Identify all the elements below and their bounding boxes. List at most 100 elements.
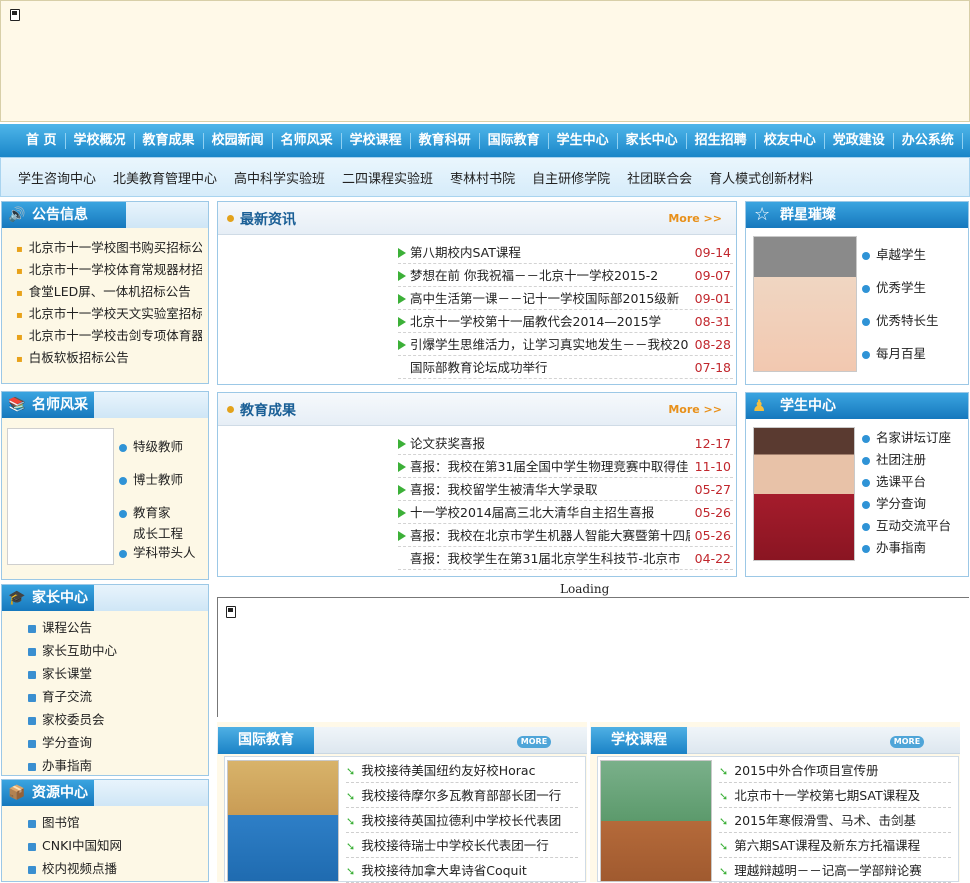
student-center-item[interactable]: 办事指南 (862, 537, 966, 559)
news-title[interactable]: 喜报：我校在第31届全国中学生物理竞赛中取得佳 (410, 455, 690, 477)
intl-tab[interactable]: 国际教育 (218, 727, 314, 754)
news-row[interactable]: 喜报：我校在第31届全国中学生物理竞赛中取得佳 11-10 (398, 455, 733, 478)
news-row[interactable]: 梦想在前 你我祝福－－北京十一学校2015-2 09-07 (398, 264, 733, 287)
news-row[interactable]: 喜报：我校在北京市学生机器人智能大赛暨第十四届 05-26 (398, 524, 733, 547)
subnav-item[interactable]: 北美教育管理中心 (113, 168, 217, 187)
results-more-link[interactable]: More >> (668, 403, 722, 416)
courses-item[interactable]: 2015中外合作项目宣传册 (719, 758, 951, 783)
nav-item[interactable]: 招生招聘 (687, 132, 756, 149)
notice-item-label[interactable]: 北京市十一学校图书购买招标公告 (29, 240, 202, 255)
student-center-item-label[interactable]: 办事指南 (876, 540, 926, 555)
news-row[interactable]: 引爆学生思维活力，让学习真实地发生－－我校20 08-28 (398, 333, 733, 356)
nav-item[interactable]: 学生中心 (549, 132, 618, 149)
notice-item-label[interactable]: 北京市十一学校体育常规器材招标 (29, 262, 202, 277)
student-center-item-label[interactable]: 学分查询 (876, 496, 926, 511)
news-title[interactable]: 国际部教育论坛成功举行 (410, 356, 690, 378)
intl-item-label[interactable]: 我校接待摩尔多瓦教育部部长团一行 (361, 788, 561, 803)
parents-item[interactable]: 家长互助中心 (28, 639, 206, 662)
courses-item[interactable]: 2015年寒假滑雪、马术、击剑基 (719, 808, 951, 833)
subnav-item[interactable]: 学生咨询中心 (18, 168, 96, 187)
latest-more-link[interactable]: More >> (668, 212, 722, 225)
student-center-item-label[interactable]: 选课平台 (876, 474, 926, 489)
notice-item[interactable]: 北京市十一学校图书购买招标公告 (16, 237, 202, 259)
notice-item[interactable]: 北京市十一学校体育常规器材招标 (16, 259, 202, 281)
courses-item[interactable]: 第六期SAT课程及新东方托福课程 (719, 833, 951, 858)
parents-item-label[interactable]: 课程公告 (42, 620, 92, 635)
news-title[interactable]: 高中生活第一课－－记十一学校国际部2015级新 (410, 287, 690, 309)
resources-item-label[interactable]: 图书馆 (42, 815, 80, 830)
intl-item[interactable]: 我校接待瑞士中学校长代表团一行 (346, 833, 578, 858)
stars-item-label[interactable]: 优秀学生 (876, 280, 926, 295)
nav-item[interactable]: 家长中心 (618, 132, 687, 149)
stars-item-label[interactable]: 优秀特长生 (876, 313, 939, 328)
intl-item[interactable]: 我校接待美国纽约友好校Horac (346, 758, 578, 783)
notice-item-label[interactable]: 白板软板招标公告 (29, 350, 129, 365)
resources-item-label[interactable]: CNKI中国知网 (42, 838, 122, 853)
news-row[interactable]: 第八期校内SAT课程 09-14 (398, 241, 733, 264)
nav-item[interactable]: 学校课程 (342, 132, 411, 149)
parents-item-label[interactable]: 家长课堂 (42, 666, 92, 681)
courses-item-label[interactable]: 理越辩越明－－记高一学部辩论赛 (734, 863, 922, 878)
student-center-item-label[interactable]: 名家讲坛订座 (876, 430, 951, 445)
teacher-link-phd[interactable]: 博士教师 (119, 469, 183, 488)
parents-item-label[interactable]: 家长互助中心 (42, 643, 117, 658)
nav-item[interactable]: 党政建设 (825, 132, 894, 149)
student-center-item[interactable]: 选课平台 (862, 471, 966, 493)
stars-item[interactable]: 卓越学生 (862, 244, 926, 263)
stars-item-label[interactable]: 每月百星 (876, 346, 926, 361)
news-row[interactable]: 高中生活第一课－－记十一学校国际部2015级新 09-01 (398, 287, 733, 310)
parents-item[interactable]: 家校委员会 (28, 708, 206, 731)
notice-item[interactable]: 食堂LED屏、一体机招标公告 (16, 281, 202, 303)
news-title[interactable]: 论文获奖喜报 (410, 432, 690, 454)
parents-item-label[interactable]: 办事指南 (42, 758, 92, 773)
subnav-item[interactable]: 自主研修学院 (532, 168, 610, 187)
news-row[interactable]: 喜报：我校留学生被清华大学录取 05-27 (398, 478, 733, 501)
subnav-item[interactable]: 育人模式创新材料 (709, 168, 813, 187)
stars-item[interactable]: 优秀学生 (862, 277, 926, 296)
nav-item[interactable]: 办公系统 (894, 132, 963, 149)
courses-more-button[interactable]: MORE (890, 736, 924, 748)
intl-item[interactable]: 我校接待英国拉德利中学校长代表团 (346, 808, 578, 833)
teacher-link-growth[interactable]: 成长工程 (133, 523, 183, 542)
resources-item[interactable]: CNKI中国知网 (28, 834, 206, 857)
courses-item-label[interactable]: 第六期SAT课程及新东方托福课程 (734, 838, 920, 853)
teacher-link-educator[interactable]: 教育家 (119, 502, 171, 521)
notice-item[interactable]: 白板软板招标公告 (16, 347, 202, 369)
resources-item[interactable]: 校内视频点播 (28, 857, 206, 880)
intl-item-label[interactable]: 我校接待加拿大卑诗省Coquit (361, 863, 527, 878)
subnav-item[interactable]: 枣林村书院 (450, 168, 515, 187)
intl-item-label[interactable]: 我校接待瑞士中学校长代表团一行 (361, 838, 549, 853)
stars-item[interactable]: 优秀特长生 (862, 310, 939, 329)
teacher-link-special[interactable]: 特级教师 (119, 436, 183, 455)
news-title[interactable]: 喜报：我校留学生被清华大学录取 (410, 478, 690, 500)
courses-tab[interactable]: 学校课程 (591, 727, 687, 754)
parents-item-label[interactable]: 家校委员会 (42, 712, 105, 727)
nav-item[interactable]: 国际教育 (480, 132, 549, 149)
nav-item[interactable]: 学校概况 (66, 132, 135, 149)
nav-item[interactable]: 校园新闻 (204, 132, 273, 149)
news-title[interactable]: 十一学校2014届高三北大清华自主招生喜报 (410, 501, 690, 523)
news-title[interactable]: 引爆学生思维活力，让学习真实地发生－－我校20 (410, 333, 690, 355)
news-row[interactable]: 十一学校2014届高三北大清华自主招生喜报 05-26 (398, 501, 733, 524)
subnav-item[interactable]: 二四课程实验班 (342, 168, 433, 187)
news-row[interactable]: 喜报：我校学生在第31届北京学生科技节-北京市 04-22 (398, 547, 733, 570)
student-center-item-label[interactable]: 社团注册 (876, 452, 926, 467)
resources-item[interactable]: 图书馆 (28, 811, 206, 834)
resources-item-label[interactable]: 校内视频点播 (42, 861, 117, 876)
notice-item-label[interactable]: 食堂LED屏、一体机招标公告 (29, 284, 191, 299)
intl-more-button[interactable]: MORE (517, 736, 551, 748)
news-row[interactable]: 国际部教育论坛成功举行 07-18 (398, 356, 733, 379)
notice-item-label[interactable]: 北京市十一学校击剑专项体育器材 (29, 328, 202, 343)
nav-item[interactable]: 教育科研 (411, 132, 480, 149)
intl-item[interactable]: 我校接待摩尔多瓦教育部部长团一行 (346, 783, 578, 808)
student-center-item-label[interactable]: 互动交流平台 (876, 518, 951, 533)
student-center-item[interactable]: 名家讲坛订座 (862, 427, 966, 449)
parents-item[interactable]: 学分查询 (28, 731, 206, 754)
courses-item[interactable]: 北京市十一学校第七期SAT课程及 (719, 783, 951, 808)
courses-item-label[interactable]: 2015中外合作项目宣传册 (734, 763, 878, 778)
news-title[interactable]: 第八期校内SAT课程 (410, 241, 690, 263)
parents-item[interactable]: 育子交流 (28, 685, 206, 708)
stars-item[interactable]: 每月百星 (862, 343, 926, 362)
courses-item[interactable]: 理越辩越明－－记高一学部辩论赛 (719, 858, 951, 883)
news-title[interactable]: 喜报：我校在北京市学生机器人智能大赛暨第十四届 (410, 524, 690, 546)
